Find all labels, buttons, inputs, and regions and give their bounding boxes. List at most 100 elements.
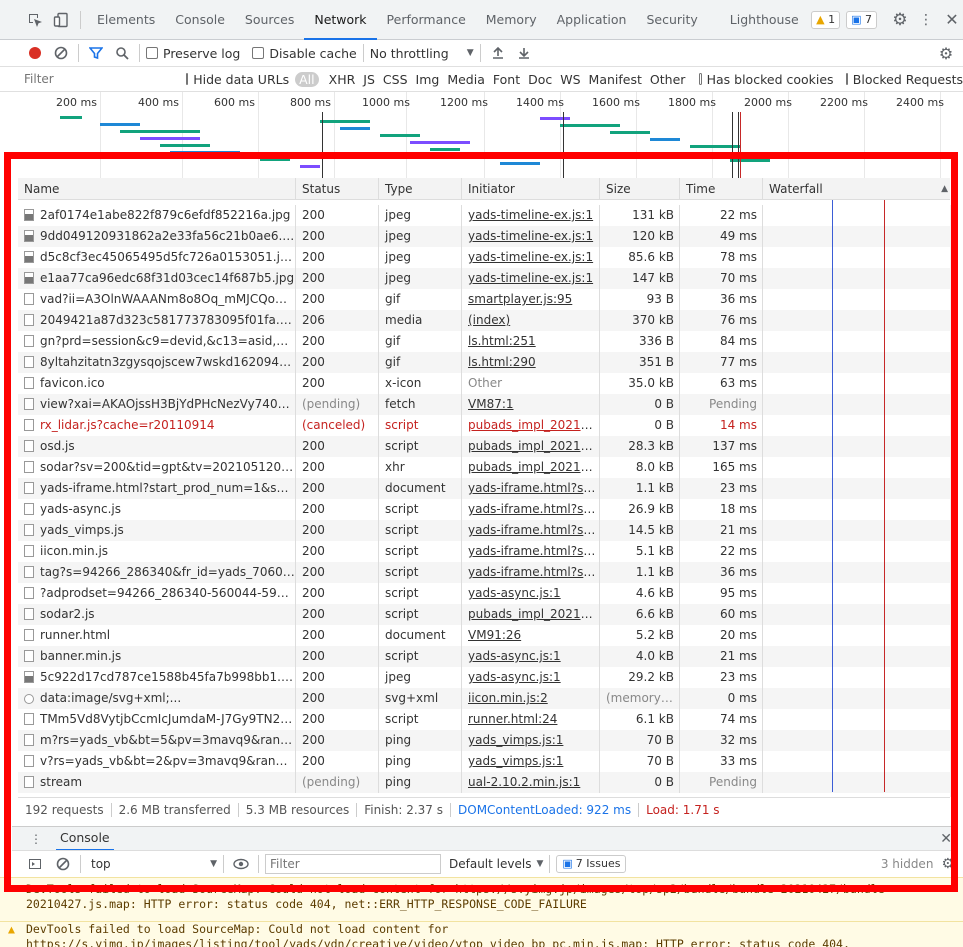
table-row[interactable]: ?adprodset=94266_286340-560044-592565...…	[18, 583, 950, 604]
more-options-icon[interactable]: ⋮	[915, 9, 937, 31]
table-row[interactable]: osd.js 200script pubads_impl_2021051...28.…	[18, 436, 950, 457]
table-row[interactable]: iicon.min.js 200 script yads-iframe.html?st…	[18, 541, 950, 562]
initiator-link[interactable]: yads-iframe.html?start...	[468, 523, 599, 537]
col-initiator[interactable]: Initiator	[462, 178, 600, 200]
table-row[interactable]: m?rs=yads_vb&bt=5&pv=3mavq9&rand=7t... 20…	[18, 730, 950, 751]
console-clear-icon[interactable]	[52, 853, 74, 875]
table-row[interactable]: yads_vimps.js 200 script yads-iframe.html?s…	[18, 520, 950, 541]
type-filter-img[interactable]: Img	[412, 72, 444, 87]
console-filter-input[interactable]	[265, 854, 441, 874]
initiator-link[interactable]: runner.html:24	[468, 712, 557, 726]
hide-data-urls-checkbox[interactable]	[186, 73, 189, 85]
table-row[interactable]: rx_lidar.js?cache=r20110914 (canceled) scr…	[18, 415, 950, 436]
table-row[interactable]: favicon.ico 200 x-icon Other 35.0 kB 63 ms	[18, 373, 950, 394]
initiator-link[interactable]: ls.html:251	[468, 334, 536, 348]
table-row[interactable]: 2049421a87d323c581773783095f01fa.mp4 206 m…	[18, 310, 950, 331]
table-row[interactable]: 9dd049120931862a2e33fa56c21b0ae6.jpg 200 j…	[18, 226, 950, 247]
initiator-link[interactable]: VM87:1	[468, 397, 514, 411]
table-row[interactable]: sodar?sv=200&tid=gpt&tv=2021051201&st...…	[18, 457, 950, 478]
col-status[interactable]: Status	[296, 178, 379, 200]
blocked-requests-checkbox[interactable]	[845, 73, 848, 85]
initiator-link[interactable]: pubads_impl_2021051...	[468, 607, 599, 621]
col-time[interactable]: Time	[680, 178, 763, 200]
table-row[interactable]: d5c8cf3ec45065495d5fc726a0153051.jpg 200 j…	[18, 247, 950, 268]
type-filter-doc[interactable]: Doc	[524, 72, 556, 87]
col-name[interactable]: Name	[18, 178, 296, 200]
type-filter-other[interactable]: Other	[646, 72, 690, 87]
initiator-link[interactable]: ls.html:290	[468, 355, 536, 369]
drawer-tab-console[interactable]: Console	[56, 827, 114, 851]
table-row[interactable]: yads-iframe.html?start_prod_num=1&s=942.…	[18, 478, 950, 499]
preserve-log-checkbox[interactable]	[146, 47, 158, 59]
table-row[interactable]: yads-async.js 200 script yads-iframe.html?s…	[18, 499, 950, 520]
table-row[interactable]: runner.html 200 document VM91:26 5.2 kB 20 ms	[18, 625, 950, 646]
table-row[interactable]: banner.min.js 200 script yads-async.js:1 4.0…	[18, 646, 950, 667]
live-expression-eye-icon[interactable]	[230, 853, 252, 875]
initiator-link[interactable]: smartplayer.js:95	[468, 292, 572, 306]
clear-icon[interactable]	[50, 42, 72, 64]
table-row[interactable]: vad?ii=A3OlnWAAANm8o8Oq_mMJCQoVH2... 200 g…	[18, 289, 950, 310]
warnings-badge[interactable]: ▲ 1	[811, 10, 841, 29]
export-har-icon[interactable]	[513, 42, 535, 64]
tab-elements[interactable]: Elements	[87, 0, 165, 40]
initiator-link[interactable]: yads-timeline-ex.js:1	[468, 271, 593, 285]
drawer-close-icon[interactable]: ✕	[940, 831, 952, 847]
issues-badge[interactable]: ▣ 7	[846, 10, 877, 29]
table-row[interactable]: e1aa77ca96edc68f31d03cec14f687b5.jpg 200 j…	[18, 268, 950, 289]
drawer-menu-icon[interactable]: ⋮	[30, 832, 42, 846]
close-icon[interactable]: ✕	[941, 9, 963, 31]
tab-lighthouse[interactable]: Lighthouse	[720, 0, 809, 40]
initiator-link[interactable]: yads-iframe.html?start...	[468, 502, 599, 516]
initiator-link[interactable]: yads-async.js:1	[468, 670, 561, 684]
initiator-link[interactable]: iicon.min.js:2	[468, 691, 548, 705]
table-row[interactable]: 2af0174e1abe822f879c6efdf852216a.jpg 200 j…	[18, 205, 950, 226]
initiator-link[interactable]: yads-timeline-ex.js:1	[468, 250, 593, 264]
console-settings-gear-icon[interactable]: ⚙	[941, 856, 954, 872]
initiator-link[interactable]: yads-iframe.html?start...	[468, 544, 599, 558]
tab-network[interactable]: Network	[304, 0, 377, 40]
initiator-link[interactable]: yads-iframe.html?start...	[468, 481, 599, 495]
type-filter-media[interactable]: Media	[443, 72, 489, 87]
table-row[interactable]: view?xai=AKAOjssH3BjYdPHcNezVy740Otvek..…	[18, 394, 950, 415]
type-filter-css[interactable]: CSS	[379, 72, 412, 87]
log-levels-select[interactable]: Default levels ▼	[449, 857, 543, 871]
network-settings-gear-icon[interactable]: ⚙	[935, 42, 957, 64]
initiator-link[interactable]: ual-2.10.2.min.js:1	[468, 775, 580, 789]
settings-gear-icon[interactable]: ⚙	[889, 9, 911, 31]
disable-cache-checkbox[interactable]	[252, 47, 265, 59]
col-size[interactable]: Size	[600, 178, 680, 200]
device-toolbar-icon[interactable]	[50, 9, 72, 31]
record-icon[interactable]	[24, 42, 46, 64]
initiator-link[interactable]: yads-async.js:1	[468, 586, 561, 600]
initiator-link[interactable]: yads_vimps.js:1	[468, 733, 563, 747]
throttling-select[interactable]: No throttling ▼	[370, 46, 474, 61]
initiator-link[interactable]: (index)	[468, 313, 510, 327]
tab-security[interactable]: Security	[636, 0, 707, 40]
has-blocked-cookies-checkbox[interactable]	[699, 73, 702, 85]
table-scrollbar[interactable]	[950, 205, 958, 797]
context-select[interactable]: top ▼	[87, 857, 217, 871]
table-row[interactable]: v?rs=yads_vb&bt=2&pv=3mavq9&rand=ri5... 2…	[18, 751, 950, 772]
table-row[interactable]: data:image/svg+xml;... 200 svg+xml iicon.mi…	[18, 688, 950, 709]
table-row[interactable]: 5c922d17cd787ce1588b45fa7b998bb1.jpg 200 j…	[18, 667, 950, 688]
table-row[interactable]: sodar2.js 200script pubads_impl_2021051...…	[18, 604, 950, 625]
col-waterfall[interactable]: Waterfall ▲	[763, 178, 950, 200]
initiator-link[interactable]: pubads_impl_2021051...	[468, 439, 599, 453]
initiator-link[interactable]: yads-async.js:1	[468, 649, 561, 663]
initiator-link[interactable]: yads_vimps.js:1	[468, 754, 563, 768]
network-overview-timeline[interactable]: 200 ms 400 ms 600 ms 800 ms 1000 ms 1200 ms 14…	[0, 92, 963, 178]
console-sidebar-icon[interactable]	[24, 853, 46, 875]
initiator-link[interactable]: yads-iframe.html?start...	[468, 565, 599, 579]
type-filter-xhr[interactable]: XHR	[325, 72, 360, 87]
initiator-link[interactable]: pubads_impl_2021051...	[468, 460, 599, 474]
initiator-link[interactable]: VM91:26	[468, 628, 521, 642]
initiator-link[interactable]: pubads_impl_2021051...	[468, 418, 599, 432]
table-row[interactable]: tag?s=94266_286340&fr_id=yads_7060519-3.…	[18, 562, 950, 583]
import-har-icon[interactable]	[487, 42, 509, 64]
tab-sources[interactable]: Sources	[235, 0, 304, 40]
tab-console[interactable]: Console	[165, 0, 235, 40]
table-row[interactable]: stream (pending) ping ual-2.10.2.min.js:1 0 …	[18, 772, 950, 793]
type-filter-ws[interactable]: WS	[556, 72, 584, 87]
table-row[interactable]: TMm5Vd8VytjbCcmIcJumdaM-J7Gy9TN2HX4... 20…	[18, 709, 950, 730]
search-icon[interactable]	[111, 42, 133, 64]
